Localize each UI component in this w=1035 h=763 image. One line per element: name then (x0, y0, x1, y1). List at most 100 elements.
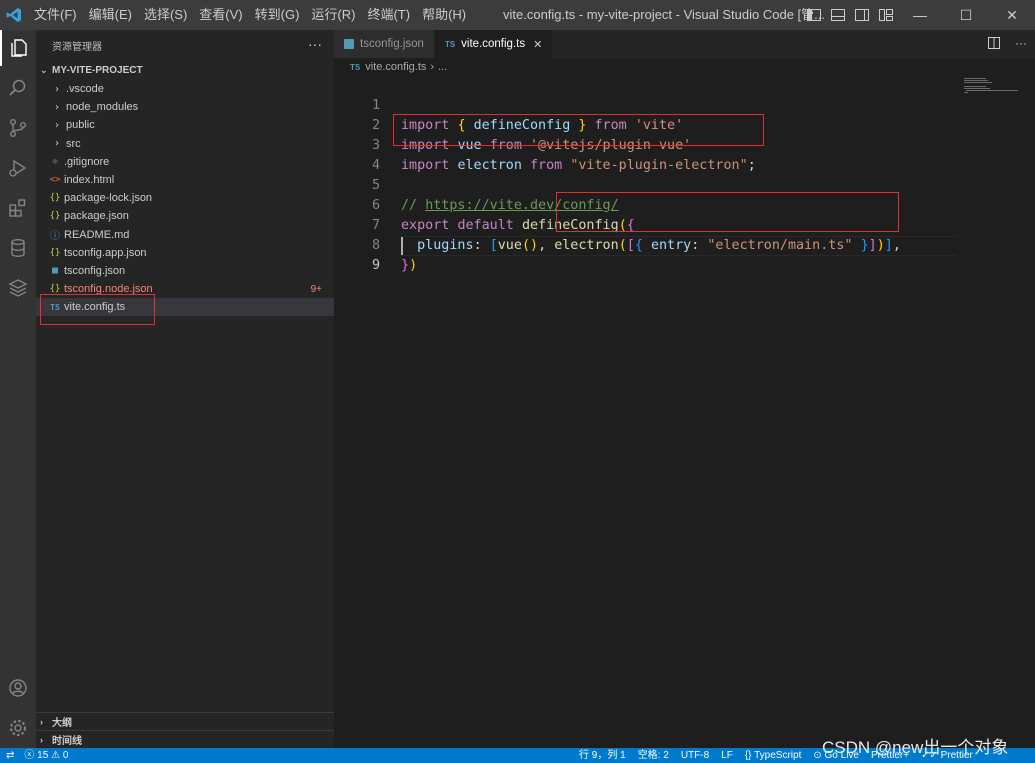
toggle-secondary-sidebar-icon[interactable] (854, 7, 870, 23)
breadcrumb-file[interactable]: vite.config.ts (365, 61, 426, 73)
language-label: TypeScript (754, 750, 802, 761)
toggle-panel-icon[interactable] (830, 7, 846, 23)
file-item[interactable]: ■ tsconfig.json (36, 262, 334, 280)
status-left: ⇄ ⓧ 15 ⚠ 0 (6, 748, 68, 763)
info-icon: ⓘ (50, 231, 60, 243)
split-editor-icon[interactable] (987, 36, 1001, 53)
braces-icon: {} (744, 750, 755, 761)
file-label: package-lock.json (64, 192, 153, 205)
tsconfig-icon (344, 39, 354, 49)
error-icon: ⓧ (24, 750, 35, 761)
tsconfig-icon: ■ (51, 265, 59, 277)
file-item[interactable]: <> index.html (36, 171, 334, 189)
chevron-right-icon: › (40, 734, 43, 745)
remote-icon[interactable]: ⇄ (6, 748, 14, 763)
cursor-position[interactable]: 行 9，列 1 (579, 748, 626, 763)
chevron-down-icon: ⌄ (40, 64, 48, 75)
menu-go[interactable]: 转到(G) (249, 0, 306, 30)
json-icon: {} (49, 211, 61, 222)
json-icon: {} (49, 284, 61, 295)
menu-edit[interactable]: 编辑(E) (83, 0, 138, 30)
editor-tabs: tsconfig.json TS vite.config.ts ✕ ··· (334, 30, 1035, 58)
tab-label: tsconfig.json (360, 38, 424, 50)
code-line: 9 (334, 236, 954, 273)
outline-section[interactable]: › 大纲 (36, 712, 334, 730)
ts-icon: TS (350, 62, 361, 72)
indentation[interactable]: 空格: 2 (638, 748, 669, 763)
project-folder-header[interactable]: ⌄ MY-VITE-PROJECT (36, 60, 334, 80)
chevron-right-icon: › (53, 138, 61, 150)
minimize-button[interactable]: — (897, 0, 943, 30)
warning-count: 0 (62, 750, 69, 761)
language-mode[interactable]: {} TypeScript (745, 748, 802, 763)
explorer-header: 资源管理器 ··· (36, 30, 334, 60)
explorer-icon[interactable] (0, 30, 36, 66)
maximize-button[interactable]: ☐ (943, 0, 989, 30)
chevron-right-icon: › (40, 716, 43, 727)
folder-item[interactable]: › node_modules (36, 98, 334, 116)
window-title: vite.config.ts - my-vite-project - Visua… (503, 7, 825, 22)
file-label: .vscode (66, 83, 104, 96)
chevron-right-icon: › (53, 101, 61, 113)
toggle-primary-sidebar-icon[interactable] (806, 7, 822, 23)
file-item[interactable]: {} package.json (36, 207, 334, 225)
customize-layout-icon[interactable] (878, 7, 894, 23)
minimap[interactable] (960, 76, 1030, 106)
json-icon: {} (49, 247, 61, 258)
more-actions-icon[interactable]: ··· (1015, 36, 1027, 53)
tab-tsconfig-json[interactable]: tsconfig.json (334, 30, 435, 58)
folder-item[interactable]: › public (36, 116, 334, 134)
file-item[interactable]: {} tsconfig.app.json (36, 244, 334, 262)
vscode-logo-icon (0, 0, 28, 30)
end-of-line[interactable]: LF (721, 748, 733, 763)
account-icon[interactable] (0, 670, 36, 706)
file-tree: › .vscode › node_modules › public › src ◆ .gitign… (36, 80, 334, 317)
source-control-icon[interactable] (0, 110, 36, 146)
file-item[interactable]: ⓘ README.md (36, 226, 334, 244)
close-tab-icon[interactable]: ✕ (533, 38, 542, 51)
error-count: 15 (37, 750, 49, 761)
warning-icon: ⚠ (51, 750, 61, 761)
timeline-section[interactable]: › 时间线 (36, 730, 334, 748)
menu-terminal[interactable]: 终端(T) (361, 0, 416, 30)
layers-icon[interactable] (0, 270, 36, 306)
more-actions-button[interactable]: ··· (308, 36, 322, 52)
run-debug-icon[interactable] (0, 150, 36, 186)
menu-file[interactable]: 文件(F) (28, 0, 83, 30)
explorer-sidebar: 资源管理器 ··· ⌄ MY-VITE-PROJECT › .vscode › nod… (36, 30, 334, 748)
breadcrumb: TS vite.config.ts › ... (334, 58, 1035, 76)
file-label: .gitignore (64, 155, 110, 168)
explorer-title: 资源管理器 (52, 41, 102, 53)
file-label: README.md (64, 228, 130, 241)
file-item[interactable]: ◆ .gitignore (36, 153, 334, 171)
project-name: MY-VITE-PROJECT (52, 64, 143, 76)
extensions-icon[interactable] (0, 190, 36, 226)
encoding[interactable]: UTF-8 (681, 748, 709, 763)
file-item[interactable]: {} package-lock.json (36, 189, 334, 207)
menu-run[interactable]: 运行(R) (305, 0, 361, 30)
problems-indicator[interactable]: ⓧ 15 ⚠ 0 (24, 748, 68, 763)
menu-view[interactable]: 查看(V) (193, 0, 248, 30)
git-icon: ◆ (51, 156, 59, 168)
chevron-right-icon: › (53, 83, 61, 95)
tab-vite-config-ts[interactable]: TS vite.config.ts ✕ (434, 30, 554, 58)
folder-item[interactable]: › .vscode (36, 80, 334, 98)
file-label: index.html (64, 174, 115, 187)
search-icon[interactable] (0, 70, 36, 106)
menu-selection[interactable]: 选择(S) (138, 0, 193, 30)
chevron-right-icon: › (53, 119, 61, 131)
code-editor[interactable]: 1 import { defineConfig } from 'vite' 2 … (334, 76, 1035, 748)
close-window-button[interactable]: ✕ (989, 0, 1035, 30)
activity-bar (0, 30, 36, 748)
line-number: 9 (371, 258, 380, 273)
database-icon[interactable] (0, 230, 36, 266)
settings-gear-icon[interactable] (0, 710, 36, 746)
folder-item[interactable]: › src (36, 135, 334, 153)
breadcrumb-more[interactable]: ... (438, 61, 447, 73)
menu-help[interactable]: 帮助(H) (416, 0, 472, 30)
code-line: 2 import vue from '@vitejs/plugin-vue' (334, 96, 954, 153)
highlight-box-file (40, 294, 155, 325)
watermark: CSDN @new出一个对象 (822, 738, 1009, 757)
code-line: 5 // https://vite.dev/config/ (334, 156, 954, 213)
window-controls: — ☐ ✕ (897, 0, 1035, 30)
